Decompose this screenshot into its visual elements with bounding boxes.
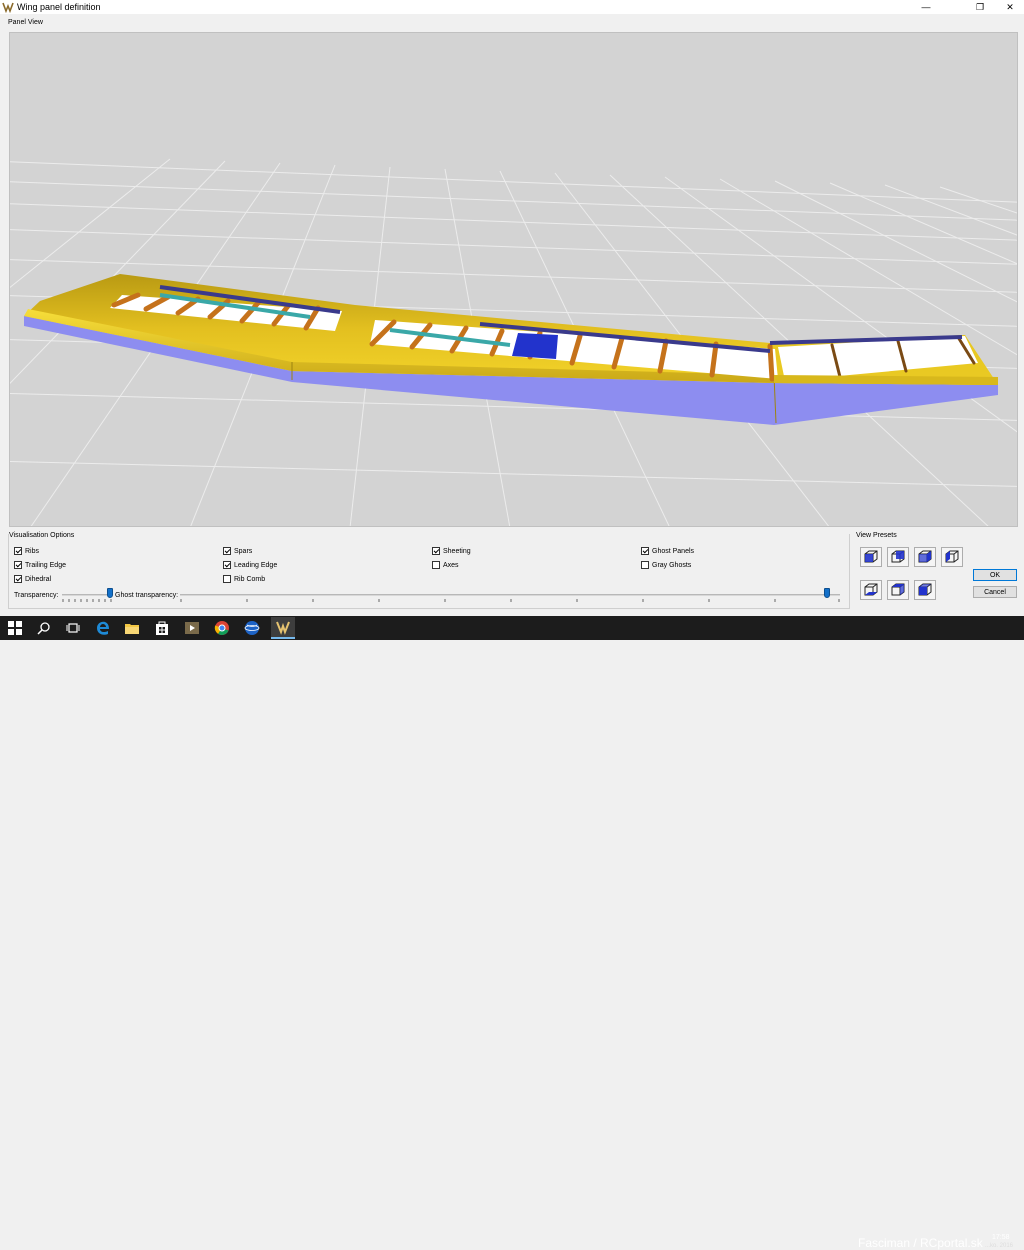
rib-comb-checkbox[interactable]: Rib Comb — [223, 574, 265, 584]
taskbar-media-button[interactable] — [183, 619, 201, 637]
view-preset-top-button[interactable] — [860, 580, 882, 600]
watermark-text: Fasciman / RCportal.sk — [858, 1236, 983, 1250]
restore-button[interactable]: ❐ — [966, 0, 994, 14]
clock-date: ...ko. 2016 — [985, 1243, 1014, 1249]
clock-time: 17:58 — [992, 1234, 1010, 1241]
view-preset-back-button[interactable] — [887, 547, 909, 567]
ok-button[interactable]: OK — [973, 569, 1017, 581]
minimize-icon: — — [921, 2, 931, 12]
ghost-transparency-slider-track[interactable] — [180, 594, 840, 596]
dihedral-checkbox[interactable]: Dihedral — [14, 574, 51, 584]
transparency-label: Transparency: — [14, 592, 59, 599]
ghost-transparency-label: Ghost transparency: — [115, 592, 179, 599]
view-preset-left-icon — [918, 550, 932, 563]
taskbar-store-button[interactable] — [153, 619, 171, 637]
taskbar-wing-app-button[interactable] — [271, 617, 295, 639]
checkbox-icon — [223, 575, 231, 583]
wing-model — [24, 274, 998, 425]
gray-ghosts-checkbox[interactable]: Gray Ghosts — [641, 560, 691, 570]
checkbox-icon — [641, 547, 649, 555]
view-presets-label: View Presets — [856, 532, 897, 539]
ghost-transparency-slider-thumb[interactable] — [823, 588, 830, 598]
restore-icon: ❐ — [975, 1, 985, 12]
checkbox-icon — [14, 547, 22, 555]
taskbar: Fasciman / RCportal.sk 17:58 ...ko. 2016 — [0, 616, 1024, 1250]
view-preset-iso-icon — [918, 583, 932, 596]
view-preset-bottom-button[interactable] — [887, 580, 909, 600]
start-button[interactable] — [6, 619, 24, 637]
search-icon — [37, 622, 50, 635]
axes-checkbox[interactable]: Axes — [432, 560, 459, 570]
checkbox-icon — [223, 547, 231, 555]
app-logo-icon — [276, 621, 290, 635]
view-preset-front-icon — [864, 550, 878, 563]
chrome-icon — [214, 621, 229, 635]
edge-browser-icon — [97, 621, 109, 635]
task-view-icon — [66, 623, 80, 633]
wing-3d-render — [10, 158, 1017, 526]
spars-checkbox[interactable]: Spars — [223, 546, 252, 556]
windows-logo-icon — [8, 621, 22, 635]
view-preset-bottom-icon — [891, 583, 905, 596]
view-preset-iso-button[interactable] — [914, 580, 936, 600]
taskbar-chrome-button[interactable] — [213, 619, 231, 637]
minimize-button[interactable]: — — [912, 0, 940, 14]
checkbox-icon — [432, 561, 440, 569]
taskbar-edge-button[interactable] — [94, 619, 112, 637]
media-player-icon — [185, 622, 199, 634]
view-preset-right-button[interactable] — [941, 547, 963, 567]
folder-icon — [125, 624, 139, 634]
taskbar-globe-button[interactable] — [243, 619, 261, 637]
wing-panel-window: Wing panel definition — ❐ ✕ Panel View V… — [0, 0, 1024, 616]
trailing-edge-checkbox[interactable]: Trailing Edge — [14, 560, 66, 570]
checkbox-icon — [223, 561, 231, 569]
window-title: Wing panel definition — [17, 2, 101, 12]
visualisation-options-label: Visualisation Options — [9, 532, 75, 539]
view-preset-left-button[interactable] — [914, 547, 936, 567]
close-icon: ✕ — [1006, 1, 1014, 12]
transparency-slider-thumb[interactable] — [106, 588, 113, 598]
taskbar-search-button[interactable] — [35, 619, 53, 637]
leading-edge-checkbox[interactable]: Leading Edge — [223, 560, 277, 570]
title-bar[interactable]: Wing panel definition — ❐ ✕ — [0, 0, 1024, 14]
ribs-checkbox[interactable]: Ribs — [14, 546, 39, 556]
panel-3d-viewport[interactable] — [9, 32, 1018, 527]
ghost-panels-checkbox[interactable]: Ghost Panels — [641, 546, 694, 556]
checkbox-icon — [432, 547, 440, 555]
globe-icon — [244, 621, 260, 635]
view-preset-right-icon — [945, 550, 959, 563]
store-icon — [156, 621, 168, 635]
transparency-slider-ticks — [62, 599, 112, 602]
taskbar-explorer-button[interactable] — [123, 619, 141, 637]
close-button[interactable]: ✕ — [996, 0, 1024, 14]
view-preset-front-button[interactable] — [860, 547, 882, 567]
app-logo-icon — [2, 2, 14, 13]
transparency-slider-track[interactable] — [62, 594, 112, 596]
view-preset-top-icon — [864, 583, 878, 596]
checkbox-icon — [14, 575, 22, 583]
ghost-transparency-slider-ticks — [180, 599, 840, 602]
checkbox-icon — [641, 561, 649, 569]
cancel-button[interactable]: Cancel — [973, 586, 1017, 598]
checkbox-icon — [14, 561, 22, 569]
panel-view-label: Panel View — [8, 19, 43, 26]
sheeting-checkbox[interactable]: Sheeting — [432, 546, 471, 556]
task-view-button[interactable] — [64, 619, 82, 637]
view-preset-back-icon — [891, 550, 905, 563]
